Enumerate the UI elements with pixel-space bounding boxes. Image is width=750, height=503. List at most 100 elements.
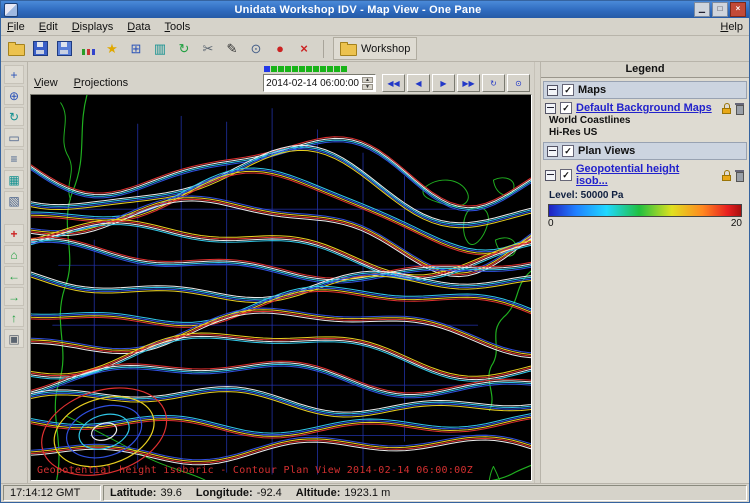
pan-button[interactable]: + bbox=[4, 65, 24, 84]
menu-file[interactable]: File bbox=[7, 21, 25, 33]
minimize-button[interactable]: ▁ bbox=[694, 2, 710, 17]
map-view-panel: View Projections 2014-02-14 06:00:00 ◀◀ … bbox=[28, 62, 534, 483]
geopotential-checkbox[interactable] bbox=[560, 169, 572, 181]
anim-loop-button[interactable]: ↻ bbox=[482, 74, 505, 92]
remove-x-icon: × bbox=[300, 41, 308, 56]
pan-up-button[interactable]: ↑ bbox=[4, 308, 24, 327]
play-icon: ▶ bbox=[440, 79, 446, 88]
favorites-button[interactable]: ★ bbox=[102, 39, 122, 59]
background-maps-link[interactable]: Default Background Maps bbox=[576, 102, 712, 114]
maps-checkbox[interactable] bbox=[562, 84, 574, 96]
region-icon: ▧ bbox=[8, 194, 19, 208]
color-scale-bar[interactable] bbox=[548, 204, 742, 217]
menu-tools[interactable]: Tools bbox=[165, 21, 191, 33]
ruler-button[interactable]: ▭ bbox=[4, 128, 24, 147]
time-segment[interactable] bbox=[320, 66, 326, 72]
settings-icon: ≡ bbox=[10, 152, 17, 166]
collapse-icon[interactable] bbox=[547, 85, 558, 96]
anim-start-button[interactable]: ◀◀ bbox=[382, 74, 405, 92]
map-canvas[interactable]: Geopotential height isobaric - Contour P… bbox=[30, 94, 532, 481]
star-icon: ★ bbox=[106, 41, 118, 57]
menu-projections[interactable]: Projections bbox=[74, 77, 128, 89]
altitude-label: Altitude: bbox=[296, 487, 341, 499]
snapshot-button[interactable]: ▣ bbox=[4, 329, 24, 348]
menu-view[interactable]: View bbox=[34, 77, 58, 89]
clock-button[interactable]: ⊙ bbox=[246, 39, 266, 59]
remove-displays-button[interactable]: × bbox=[294, 39, 314, 59]
trash-icon[interactable] bbox=[735, 103, 744, 114]
statusbar: 17:14:12 GMT Latitude: 39.6 Longitude: -… bbox=[1, 483, 749, 502]
window-title: Unidata Workshop IDV - Map View - One Pa… bbox=[22, 4, 694, 16]
open-bundle-button[interactable] bbox=[6, 39, 26, 59]
record-button[interactable]: ● bbox=[270, 39, 290, 59]
geopotential-link[interactable]: Geopotential height isob... bbox=[576, 163, 714, 187]
scale-max-label: 20 bbox=[731, 218, 742, 229]
anim-back-button[interactable]: ◀ bbox=[407, 74, 430, 92]
zoom-button[interactable]: ⊕ bbox=[4, 86, 24, 105]
data-explorer-button[interactable]: ▥ bbox=[150, 39, 170, 59]
save-as-button[interactable] bbox=[54, 39, 74, 59]
panel-splitter[interactable] bbox=[534, 62, 541, 483]
legend-category-maps[interactable]: Maps bbox=[543, 81, 747, 99]
legend-category-plan-views[interactable]: Plan Views bbox=[543, 142, 747, 160]
collapse-icon[interactable] bbox=[545, 170, 556, 181]
anim-play-button[interactable]: ▶ bbox=[432, 74, 455, 92]
menu-displays[interactable]: Displays bbox=[72, 21, 114, 33]
zoom-icon: ⊕ bbox=[9, 89, 19, 103]
rotate-button[interactable]: ↻ bbox=[4, 107, 24, 126]
color-scale-labels: 0 20 bbox=[548, 218, 742, 229]
save-bundle-button[interactable] bbox=[30, 39, 50, 59]
menu-data[interactable]: Data bbox=[127, 21, 150, 33]
refresh-button[interactable]: ↻ bbox=[174, 39, 194, 59]
time-segment[interactable] bbox=[327, 66, 333, 72]
time-field[interactable]: 2014-02-14 06:00:00 bbox=[263, 74, 376, 92]
time-segment[interactable] bbox=[306, 66, 312, 72]
cut-button[interactable]: ✂ bbox=[198, 39, 218, 59]
anim-end-button[interactable]: ▶▶ bbox=[457, 74, 480, 92]
time-segment[interactable] bbox=[292, 66, 298, 72]
time-segment[interactable] bbox=[299, 66, 305, 72]
collapse-icon[interactable] bbox=[547, 146, 558, 157]
time-segment[interactable] bbox=[285, 66, 291, 72]
menu-edit[interactable]: Edit bbox=[39, 21, 58, 33]
time-segment[interactable] bbox=[264, 66, 270, 72]
menu-help[interactable]: Help bbox=[720, 21, 743, 33]
time-segment[interactable] bbox=[313, 66, 319, 72]
collapse-icon[interactable] bbox=[545, 103, 556, 114]
pan-left-button[interactable]: ← bbox=[4, 266, 24, 285]
time-segment[interactable] bbox=[278, 66, 284, 72]
titlebar[interactable]: Unidata Workshop IDV - Map View - One Pa… bbox=[1, 1, 749, 18]
trash-icon[interactable] bbox=[735, 170, 744, 181]
marker-icon: + bbox=[10, 227, 17, 241]
background-maps-checkbox[interactable] bbox=[560, 102, 572, 114]
home-view-button[interactable]: ⌂ bbox=[4, 245, 24, 264]
field-selector-button[interactable]: ⊞ bbox=[126, 39, 146, 59]
time-segment[interactable] bbox=[341, 66, 347, 72]
region-button[interactable]: ▧ bbox=[4, 191, 24, 210]
chart-button[interactable] bbox=[78, 39, 98, 59]
close-button[interactable]: × bbox=[730, 2, 746, 17]
workshop-folder-icon bbox=[340, 44, 357, 56]
anim-properties-button[interactable]: ⊙ bbox=[507, 74, 530, 92]
clock-icon: ⊙ bbox=[251, 41, 262, 57]
draw-button[interactable]: ✎ bbox=[222, 39, 242, 59]
lock-icon[interactable] bbox=[722, 170, 731, 181]
map-view-header: View Projections 2014-02-14 06:00:00 ◀◀ … bbox=[28, 62, 534, 94]
time-segment[interactable] bbox=[334, 66, 340, 72]
plan-views-checkbox[interactable] bbox=[562, 145, 574, 157]
display-caption: Geopotential height isobaric - Contour P… bbox=[37, 465, 473, 476]
time-segment[interactable] bbox=[271, 66, 277, 72]
lock-icon[interactable] bbox=[722, 103, 731, 114]
time-segments-bar[interactable] bbox=[264, 66, 347, 72]
time-spinner[interactable] bbox=[362, 77, 373, 90]
skip-end-icon: ▶▶ bbox=[462, 79, 474, 88]
pencil-icon: ✎ bbox=[227, 41, 238, 57]
marker-button[interactable]: + bbox=[4, 224, 24, 243]
maximize-button[interactable]: □ bbox=[712, 2, 728, 17]
level-label: Level: 50000 Pa bbox=[541, 188, 749, 204]
pan-right-button[interactable]: → bbox=[4, 287, 24, 306]
grid-button[interactable]: ▦ bbox=[4, 170, 24, 189]
workshop-button[interactable]: Workshop bbox=[333, 37, 417, 60]
legend-panel: Legend Maps Default Background Maps Worl… bbox=[541, 62, 749, 483]
settings-button[interactable]: ≡ bbox=[4, 149, 24, 168]
